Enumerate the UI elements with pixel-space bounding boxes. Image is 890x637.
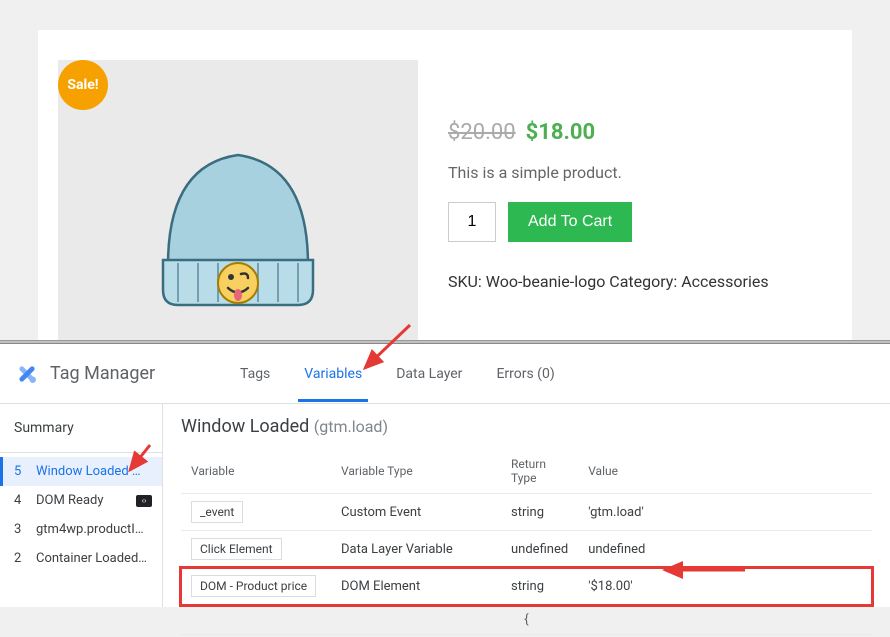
product-description: This is a simple product. (448, 163, 832, 182)
main-title-text: Window Loaded (181, 416, 309, 437)
price-row: $20.00 $18.00 (448, 120, 832, 145)
gtm-debug-panel: Tag Manager Tags Variables Data Layer Er… (0, 344, 890, 607)
quantity-input[interactable] (448, 202, 496, 242)
variable-badge: _event (191, 501, 243, 523)
brace-cell: { (181, 605, 872, 635)
gtm-main-title: Window Loaded (gtm.load) (181, 416, 872, 437)
gtm-body: Summary 5 Window Loaded … 4 DOM Ready ‹›… (0, 404, 890, 607)
cell-type: DOM Element (331, 568, 501, 605)
event-list: 5 Window Loaded … 4 DOM Ready ‹› 3 gtm4w… (0, 453, 162, 573)
sku-label: SKU: (448, 272, 482, 291)
event-name: Container Loaded… (36, 551, 152, 566)
cell-value: '$18.00' (578, 568, 872, 605)
variables-table: Variable Variable Type Return Type Value… (181, 449, 872, 635)
cell-value: undefined (578, 531, 872, 568)
table-row[interactable]: Click Element Data Layer Variable undefi… (181, 531, 872, 568)
cell-return: undefined (501, 531, 578, 568)
brace-row: { (181, 605, 872, 635)
event-number: 5 (14, 464, 26, 479)
variable-badge: DOM - Product price (191, 575, 316, 597)
gtm-header: Tag Manager Tags Variables Data Layer Er… (0, 344, 890, 404)
summary-title[interactable]: Summary (0, 404, 162, 453)
code-icon: ‹› (136, 495, 152, 507)
gtm-sidebar: Summary 5 Window Loaded … 4 DOM Ready ‹›… (0, 404, 163, 607)
gtm-logo-icon (14, 361, 40, 387)
tab-data-layer[interactable]: Data Layer (396, 346, 462, 402)
event-number: 3 (14, 522, 26, 537)
event-number: 2 (14, 551, 26, 566)
col-value: Value (578, 449, 872, 494)
event-item-dom-ready[interactable]: 4 DOM Ready ‹› (0, 486, 162, 515)
col-type: Variable Type (331, 449, 501, 494)
gtm-title: Tag Manager (50, 363, 155, 384)
sku-value: Woo-beanie-logo (486, 272, 606, 291)
product-image: Sale! (58, 60, 418, 340)
table-row[interactable]: _event Custom Event string 'gtm.load' (181, 494, 872, 531)
new-price: $18.00 (526, 120, 596, 145)
col-return: Return Type (501, 449, 578, 494)
tab-tags[interactable]: Tags (240, 346, 270, 402)
cell-return: string (501, 494, 578, 531)
cart-row: Add To Cart (448, 202, 832, 242)
add-to-cart-button[interactable]: Add To Cart (508, 202, 632, 242)
product-info: $20.00 $18.00 This is a simple product. … (448, 60, 832, 310)
event-item-gtm4wp[interactable]: 3 gtm4wp.productI… (0, 515, 162, 544)
cell-type: Custom Event (331, 494, 501, 531)
category-link[interactable]: Accessories (681, 272, 768, 291)
event-name: gtm4wp.productI… (36, 522, 152, 537)
event-item-window-loaded[interactable]: 5 Window Loaded … (0, 457, 162, 486)
cell-return: string (501, 568, 578, 605)
product-meta: SKU: Woo-beanie-logo Category: Accessori… (448, 272, 832, 291)
gtm-main: Window Loaded (gtm.load) Variable Variab… (163, 404, 890, 607)
tab-errors[interactable]: Errors (0) (496, 346, 554, 402)
table-header-row: Variable Variable Type Return Type Value (181, 449, 872, 494)
event-number: 4 (14, 493, 26, 508)
gtm-tabs: Tags Variables Data Layer Errors (0) (240, 346, 555, 402)
cell-value: 'gtm.load' (578, 494, 872, 531)
variable-badge: Click Element (191, 538, 282, 560)
beanie-image (128, 105, 348, 325)
event-name: DOM Ready (36, 493, 126, 508)
tab-variables[interactable]: Variables (304, 346, 362, 402)
category-label: Category: (609, 272, 677, 291)
sale-badge: Sale! (58, 60, 108, 110)
old-price: $20.00 (448, 120, 516, 145)
product-card: Sale! $20.00 $18.00 This is a simple pro… (38, 30, 852, 340)
gtm-brand: Tag Manager (0, 361, 210, 387)
cell-type: Data Layer Variable (331, 531, 501, 568)
table-row-highlighted[interactable]: DOM - Product price DOM Element string '… (181, 568, 872, 605)
main-subtitle: (gtm.load) (314, 417, 388, 436)
event-name: Window Loaded … (36, 464, 152, 479)
event-item-container-loaded[interactable]: 2 Container Loaded… (0, 544, 162, 573)
col-variable: Variable (181, 449, 331, 494)
